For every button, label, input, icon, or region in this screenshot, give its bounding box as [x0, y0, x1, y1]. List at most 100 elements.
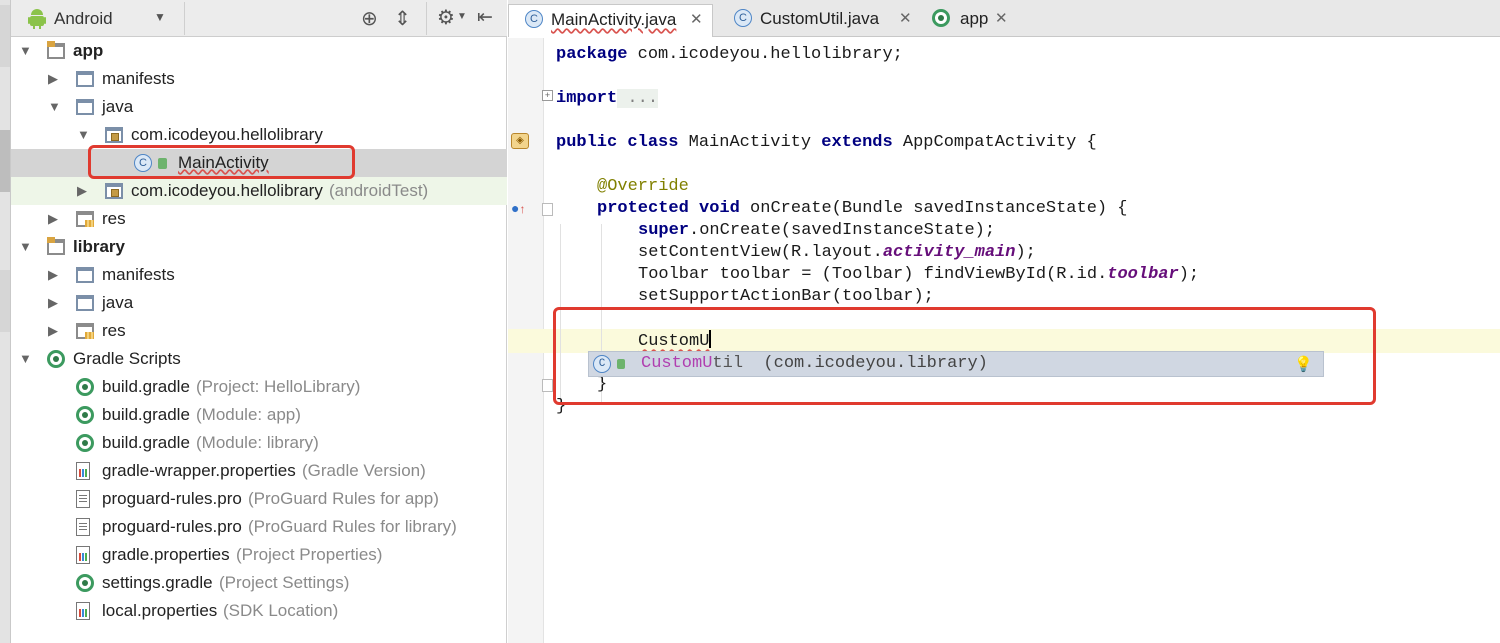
tool-window-strip	[0, 0, 11, 643]
expand-arrow-icon[interactable]: ▶	[48, 317, 58, 345]
tree-node[interactable]: gradle.properties (Project Properties)	[11, 541, 507, 569]
fold-marker-icon[interactable]	[542, 379, 553, 392]
gradle-icon	[932, 9, 950, 27]
gear-dropdown-icon[interactable]: ▼	[457, 11, 467, 22]
tree-node-label: manifests	[102, 265, 175, 284]
tree-node-label: Gradle Scripts	[73, 349, 181, 368]
tree-node[interactable]: build.gradle (Module: library)	[11, 429, 507, 457]
divider	[184, 2, 185, 35]
tree-node-label: build.gradle	[102, 433, 190, 452]
hide-panel-icon[interactable]: ⇤	[477, 6, 493, 29]
highlight-box	[88, 145, 355, 179]
collapse-arrow-icon[interactable]: ▼	[48, 93, 61, 121]
text-file-icon	[76, 490, 90, 508]
tree-node-label: build.gradle	[102, 377, 190, 396]
tree-node[interactable]: ▶ com.icodeyou.hellolibrary (androidTest)	[11, 177, 507, 205]
code-line-import: import ...	[556, 89, 659, 108]
close-icon[interactable]: ✕	[995, 4, 1008, 34]
module-folder-icon	[47, 237, 65, 255]
tree-node[interactable]: ▶ java	[11, 289, 507, 317]
tree-node[interactable]: ▶ res	[11, 317, 507, 345]
expand-arrow-icon[interactable]: ▶	[48, 261, 58, 289]
gradle-icon	[76, 406, 94, 424]
tree-node-label: proguard-rules.pro	[102, 489, 242, 508]
tree-node[interactable]: build.gradle (Module: app)	[11, 401, 507, 429]
expand-arrow-icon[interactable]: ▶	[48, 205, 58, 233]
layout-resource-icon[interactable]: ◈	[511, 133, 529, 149]
collapse-arrow-icon[interactable]: ▼	[19, 233, 32, 261]
tree-node[interactable]: ▼ Gradle Scripts	[11, 345, 507, 373]
tree-node[interactable]: ▼ app	[11, 37, 507, 65]
expand-arrow-icon[interactable]: ▶	[48, 65, 58, 93]
collapse-arrow-icon[interactable]: ▼	[77, 121, 90, 149]
tree-node-hint: (ProGuard Rules for app)	[248, 489, 439, 508]
tree-node-label: library	[73, 237, 125, 256]
tab-customutil-java[interactable]: C CustomUtil.java ✕	[718, 4, 918, 37]
tab-label: MainActivity.java	[551, 10, 677, 29]
close-icon[interactable]: ✕	[899, 4, 912, 34]
tree-node-hint: (SDK Location)	[223, 601, 339, 620]
tree-node-label: manifests	[102, 69, 175, 88]
tree-node[interactable]: ▼ library	[11, 233, 507, 261]
code-line-toolbar: Toolbar toolbar = (Toolbar) findViewById…	[638, 265, 1200, 284]
tree-node-label: app	[73, 41, 104, 60]
tree-node[interactable]: proguard-rules.pro (ProGuard Rules for li…	[11, 513, 507, 541]
code-line-package: package com.icodeyou.hellolibrary;	[556, 45, 903, 64]
module-folder-icon	[47, 41, 65, 59]
tab-app-gradle[interactable]: app ✕	[918, 4, 1023, 37]
expand-arrow-icon[interactable]: ▶	[48, 289, 58, 317]
gradle-icon	[76, 434, 94, 452]
folder-icon	[76, 267, 94, 283]
tree-node-label: gradle-wrapper.properties	[102, 461, 296, 480]
tree-node-hint: (ProGuard Rules for library)	[248, 517, 457, 536]
tree-node-hint: (Gradle Version)	[302, 461, 426, 480]
chevron-down-icon[interactable]: ▼	[154, 10, 166, 24]
resource-folder-icon	[76, 211, 94, 227]
project-tool-tab[interactable]	[0, 130, 10, 192]
expand-arrow-icon[interactable]: ▶	[77, 177, 87, 205]
class-icon: C	[525, 10, 543, 28]
collapse-arrow-icon[interactable]: ▼	[19, 37, 32, 65]
code-line-setcontentview: setContentView(R.layout.activity_main);	[638, 243, 1036, 262]
tree-node-hint: (Project Properties)	[236, 545, 383, 564]
view-selector[interactable]: Android	[54, 9, 113, 29]
tab-label: app	[960, 9, 989, 28]
structure-tool-tab[interactable]	[0, 270, 10, 332]
tree-node-hint: (androidTest)	[329, 181, 429, 200]
tree-node[interactable]: proguard-rules.pro (ProGuard Rules for ap…	[11, 485, 507, 513]
folder-icon	[76, 99, 94, 115]
tree-node-label: build.gradle	[102, 405, 190, 424]
tree-node[interactable]: settings.gradle (Project Settings)	[11, 569, 507, 597]
close-icon[interactable]: ✕	[690, 5, 703, 35]
tree-node[interactable]: ▶ res	[11, 205, 507, 233]
tree-node-label: proguard-rules.pro	[102, 517, 242, 536]
tree-node[interactable]: ▼ java	[11, 93, 507, 121]
divider	[426, 2, 427, 35]
package-icon	[105, 127, 123, 143]
code-line-class: public class MainActivity extends AppCom…	[556, 133, 1097, 152]
properties-file-icon	[76, 462, 90, 480]
captures-tool-tab[interactable]	[0, 5, 10, 67]
tree-node[interactable]: local.properties (SDK Location)	[11, 597, 507, 625]
scroll-from-source-icon[interactable]: ⊕	[361, 6, 378, 31]
collapse-arrow-icon[interactable]: ▼	[19, 345, 32, 373]
collapse-all-icon[interactable]: ⇕	[394, 6, 411, 31]
expand-fold-icon[interactable]: +	[542, 90, 553, 101]
tab-mainactivity-java[interactable]: C MainActivity.java ✕	[508, 4, 713, 37]
tree-node[interactable]: ▶ manifests	[11, 65, 507, 93]
tree-node[interactable]: ▶ manifests	[11, 261, 507, 289]
gradle-icon	[76, 378, 94, 396]
gear-icon[interactable]: ⚙	[437, 5, 455, 30]
class-icon: C	[734, 9, 752, 27]
code-editor[interactable]: + ◈ ●↑ package com.icodeyou.hellolibrary…	[508, 38, 1500, 643]
code-line-override: @Override	[597, 177, 689, 196]
fold-marker-icon[interactable]	[542, 203, 553, 216]
tree-node-hint: (Project Settings)	[219, 573, 350, 592]
override-marker-icon[interactable]: ●↑	[511, 200, 525, 216]
tree-node[interactable]: gradle-wrapper.properties (Gradle Version…	[11, 457, 507, 485]
project-panel: Android ▼ ⊕ ⇕ ⚙ ▼ ⇤ ▼ app ▶ manifests ▼ java ▼…	[11, 0, 507, 643]
tree-node-hint: (Module: app)	[196, 405, 301, 424]
gradle-icon	[76, 574, 94, 592]
folder-icon	[76, 71, 94, 87]
tree-node[interactable]: build.gradle (Project: HelloLibrary)	[11, 373, 507, 401]
